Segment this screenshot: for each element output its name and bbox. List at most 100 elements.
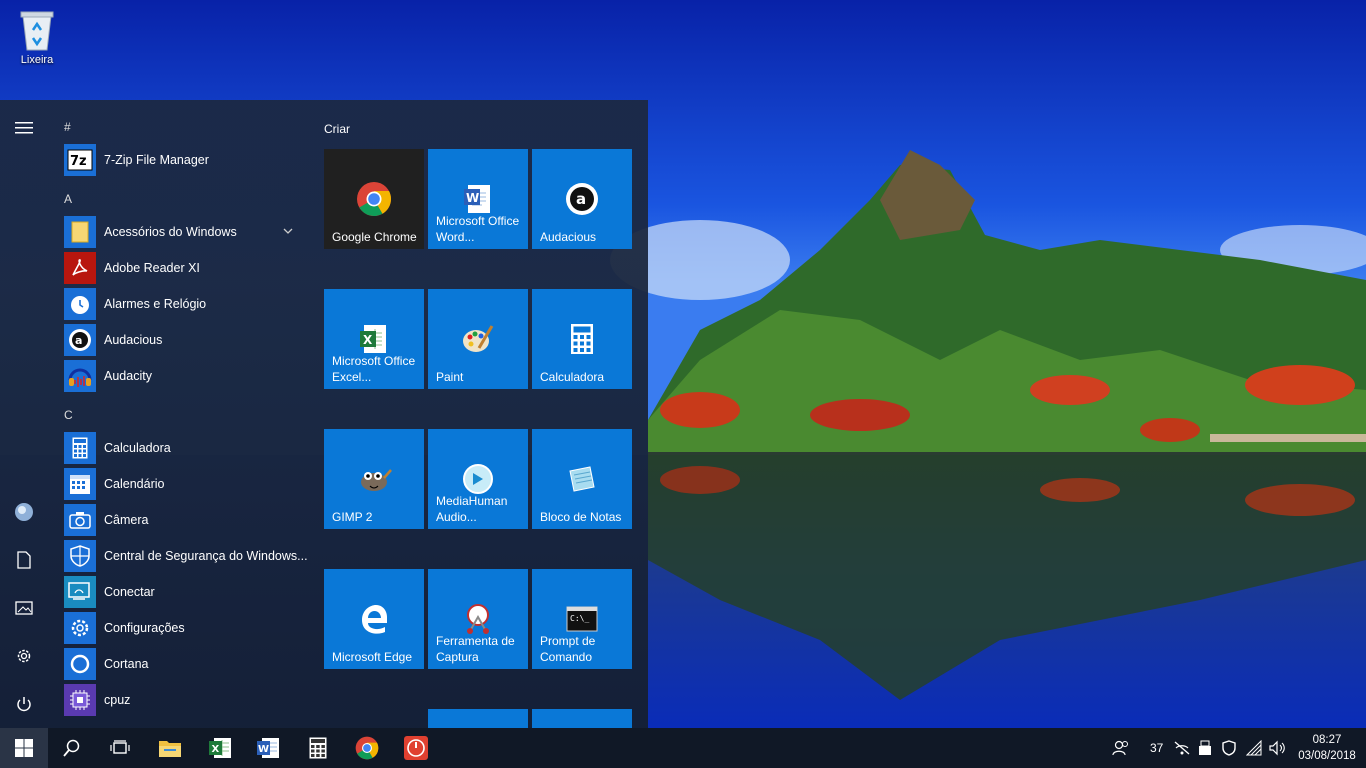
app-central-seguranca[interactable]: Central de Segurança do Windows... (64, 540, 308, 572)
calculator-icon (64, 432, 96, 464)
app-label: Adobe Reader XI (104, 261, 200, 275)
taskbar-clock[interactable]: 08:27 03/08/2018 (1296, 732, 1358, 764)
taskbar-calculator[interactable] (294, 728, 342, 768)
app-label: Audacity (104, 369, 152, 383)
paint-icon (458, 319, 498, 359)
app-acessorios-windows[interactable]: Acessórios do Windows (64, 216, 304, 248)
taskbar-chrome[interactable] (343, 728, 391, 768)
tile-paint[interactable]: Paint (428, 289, 528, 389)
tile-microsoft-edge[interactable]: Microsoft Edge (324, 569, 424, 669)
app-label: Configurações (104, 621, 185, 635)
tile-mediahuman[interactable]: MediaHuman Audio... (428, 429, 528, 529)
app-cpuz[interactable]: cpuz (64, 684, 304, 716)
user-avatar-icon[interactable] (12, 500, 36, 524)
tile-gimp[interactable]: GIMP 2 (324, 429, 424, 529)
svg-text:C:\_: C:\_ (570, 614, 589, 623)
word-icon: W (257, 738, 279, 758)
app-cortana[interactable]: Cortana (64, 648, 304, 680)
app-label: Conectar (104, 585, 155, 599)
start-menu: # 7z 7-Zip File Manager A Acessórios do … (0, 100, 648, 728)
recycle-bin-icon (17, 8, 57, 52)
shutdown-app-icon (404, 736, 428, 760)
folder-icon (64, 216, 96, 248)
tiles-group-header[interactable]: Criar (324, 122, 350, 136)
windows-logo-icon (15, 739, 33, 757)
tile-bloco-notas[interactable]: Bloco de Notas (532, 429, 632, 529)
excel-icon: X (209, 738, 231, 758)
clock-date: 03/08/2018 (1298, 750, 1356, 762)
clock-time: 08:27 (1312, 734, 1342, 746)
tile-word[interactable]: W Microsoft Office Word... (428, 149, 528, 249)
cpuz-icon (64, 684, 96, 716)
app-adobe-reader[interactable]: Adobe Reader XI (64, 252, 304, 284)
tile-label: Google Chrome (332, 230, 417, 244)
app-calendario[interactable]: Calendário (64, 468, 304, 500)
taskbar: X W 37 08:27 03/08/2018 (0, 728, 1366, 768)
adobe-reader-icon (64, 252, 96, 284)
temperature-readout[interactable]: 37 (1150, 728, 1170, 768)
app-label: Calculadora (104, 441, 171, 455)
app-label: Acessórios do Windows (104, 225, 237, 239)
start-button[interactable] (0, 728, 48, 768)
power-icon[interactable] (12, 692, 36, 716)
app-camera[interactable]: Câmera (64, 504, 304, 536)
tile-label: MediaHuman Audio... (436, 494, 508, 524)
network-status-icon[interactable] (1173, 728, 1195, 768)
usb-device-icon[interactable] (1198, 728, 1218, 768)
settings-gear-icon[interactable] (12, 644, 36, 668)
app-label: Calendário (104, 477, 165, 491)
taskbar-excel[interactable]: X (196, 728, 244, 768)
folder-icon (159, 741, 181, 757)
tile-excel[interactable]: X Microsoft Office Excel... (324, 289, 424, 389)
hamburger-menu-icon[interactable] (12, 116, 36, 140)
app-calculadora[interactable]: Calculadora (64, 432, 304, 464)
app-audacious[interactable]: a Audacious (64, 324, 304, 356)
app-label: Cortana (104, 657, 149, 671)
documents-icon[interactable] (12, 548, 36, 572)
tile-prompt-comando[interactable]: C:\_ Prompt de Comando (532, 569, 632, 669)
notepad-icon (562, 459, 602, 499)
tile-label: Prompt de Comando (540, 634, 596, 664)
chrome-icon (354, 179, 394, 219)
search-button[interactable] (48, 728, 96, 768)
taskbar-word[interactable]: W (244, 728, 292, 768)
tile-label: Microsoft Edge (332, 650, 413, 664)
start-rail (0, 100, 48, 728)
tile-partial[interactable] (428, 709, 528, 728)
svg-text:a: a (576, 190, 586, 208)
chrome-icon (355, 736, 379, 760)
tile-google-chrome[interactable]: Google Chrome (324, 149, 424, 249)
pictures-icon[interactable] (12, 596, 36, 620)
group-header-hash[interactable]: # (64, 120, 71, 134)
tile-audacious[interactable]: a Audacious (532, 149, 632, 249)
chevron-down-icon[interactable] (282, 224, 294, 242)
group-header-c[interactable]: C (64, 408, 73, 422)
camera-icon (64, 504, 96, 536)
tile-partial[interactable] (532, 709, 632, 728)
defender-shield-icon[interactable] (1222, 728, 1242, 768)
volume-icon[interactable] (1269, 728, 1291, 768)
calendar-icon (64, 468, 96, 500)
wifi-icon[interactable] (1246, 728, 1268, 768)
app-audacity[interactable]: Audacity (64, 360, 304, 392)
app-conectar[interactable]: Conectar (64, 576, 304, 608)
app-7zip[interactable]: 7z 7-Zip File Manager (64, 144, 304, 176)
tile-ferramenta-captura[interactable]: Ferramenta de Captura (428, 569, 528, 669)
tile-calculadora[interactable]: Calculadora (532, 289, 632, 389)
app-label: 7-Zip File Manager (104, 153, 209, 167)
sevenzip-icon: 7z (64, 144, 96, 176)
tile-label: Microsoft Office Excel... (332, 354, 416, 384)
svg-text:W: W (466, 191, 479, 205)
taskbar-file-explorer[interactable] (146, 728, 194, 768)
audacious-icon: a (562, 179, 602, 219)
group-header-a[interactable]: A (64, 192, 72, 206)
app-alarmes-relogio[interactable]: Alarmes e Relógio (64, 288, 304, 320)
recycle-bin-shortcut[interactable]: Lixeira (8, 6, 66, 76)
cortana-icon (64, 648, 96, 680)
tile-label: Microsoft Office Word... (436, 214, 520, 244)
app-configuracoes[interactable]: Configurações (64, 612, 304, 644)
task-view-button[interactable] (96, 728, 144, 768)
taskbar-shutdown-app[interactable] (392, 728, 440, 768)
gimp-icon (354, 459, 394, 499)
people-icon[interactable] (1112, 728, 1136, 768)
